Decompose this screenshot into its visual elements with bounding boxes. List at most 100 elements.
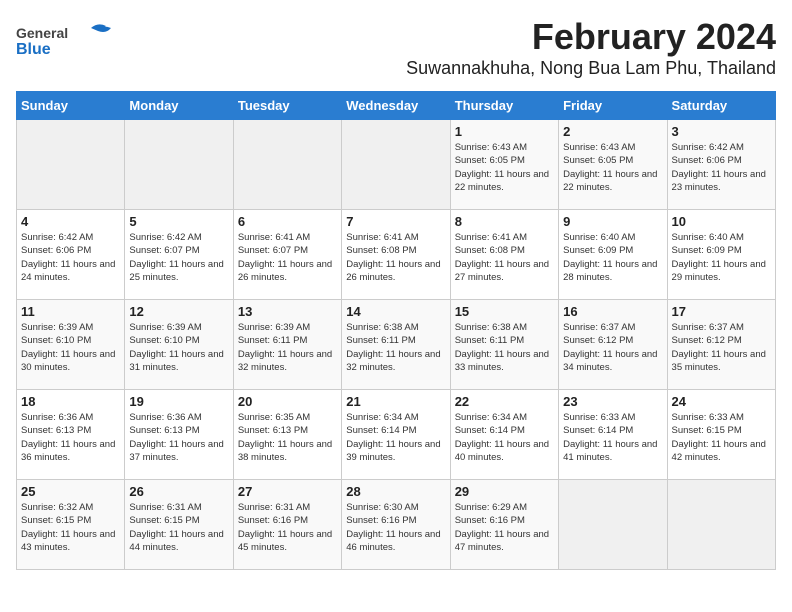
weekday-header: Thursday [450,92,558,120]
calendar-cell: 25Sunrise: 6:32 AM Sunset: 6:15 PM Dayli… [17,480,125,570]
day-detail: Sunrise: 6:39 AM Sunset: 6:10 PM Dayligh… [129,321,228,374]
calendar-cell: 5 Sunrise: 6:42 AM Sunset: 6:07 PM Daylig… [125,210,233,300]
calendar-cell: 17Sunrise: 6:37 AM Sunset: 6:12 PM Dayli… [667,300,775,390]
weekday-header: Saturday [667,92,775,120]
day-detail: Sunrise: 6:40 AM Sunset: 6:09 PM Dayligh… [672,231,771,284]
day-number: 6 [238,214,337,229]
day-detail: Sunrise: 6:40 AM Sunset: 6:09 PM Dayligh… [563,231,662,284]
calendar-cell: 16 Sunrise: 6:37 AM Sunset: 6:12 PM Dayli… [559,300,667,390]
calendar-cell: 6 Sunrise: 6:41 AM Sunset: 6:07 PM Daylig… [233,210,341,300]
day-number: 11 [21,304,120,319]
calendar-cell: 29 Sunrise: 6:29 AM Sunset: 6:16 PM Dayli… [450,480,558,570]
page-header: General Blue February 2024 Suwannakhuha,… [16,16,776,83]
day-detail: Sunrise: 6:31 AM Sunset: 6:16 PM Dayligh… [238,501,337,554]
day-detail: Sunrise: 6:34 AM Sunset: 6:14 PM Dayligh… [346,411,445,464]
day-number: 16 [563,304,662,319]
day-number: 12 [129,304,228,319]
weekday-row: SundayMondayTuesdayWednesdayThursdayFrid… [17,92,776,120]
day-detail: Sunrise: 6:42 AM Sunset: 6:06 PM Dayligh… [672,141,771,194]
day-detail: Sunrise: 6:33 AM Sunset: 6:14 PM Dayligh… [563,411,662,464]
logo: General Blue [16,20,126,69]
day-number: 23 [563,394,662,409]
calendar-cell: 20Sunrise: 6:35 AM Sunset: 6:13 PM Dayli… [233,390,341,480]
day-number: 22 [455,394,554,409]
day-number: 13 [238,304,337,319]
calendar-cell: 22 Sunrise: 6:34 AM Sunset: 6:14 PM Dayli… [450,390,558,480]
day-detail: Sunrise: 6:36 AM Sunset: 6:13 PM Dayligh… [21,411,120,464]
day-number: 19 [129,394,228,409]
day-number: 10 [672,214,771,229]
calendar-cell: 26 Sunrise: 6:31 AM Sunset: 6:15 PM Dayli… [125,480,233,570]
day-number: 5 [129,214,228,229]
day-detail: Sunrise: 6:39 AM Sunset: 6:10 PM Dayligh… [21,321,120,374]
calendar-cell [342,120,450,210]
calendar-cell: 4 Sunrise: 6:42 AM Sunset: 6:06 PM Daylig… [17,210,125,300]
calendar-cell: 2 Sunrise: 6:43 AM Sunset: 6:05 PM Daylig… [559,120,667,210]
day-number: 3 [672,124,771,139]
day-detail: Sunrise: 6:39 AM Sunset: 6:11 PM Dayligh… [238,321,337,374]
day-number: 8 [455,214,554,229]
calendar-cell [17,120,125,210]
day-number: 25 [21,484,120,499]
calendar-cell: 18 Sunrise: 6:36 AM Sunset: 6:13 PM Dayli… [17,390,125,480]
svg-text:General: General [16,25,68,41]
day-detail: Sunrise: 6:30 AM Sunset: 6:16 PM Dayligh… [346,501,445,554]
day-number: 24 [672,394,771,409]
calendar-week-row: 1Sunrise: 6:43 AM Sunset: 6:05 PM Daylig… [17,120,776,210]
weekday-header: Sunday [17,92,125,120]
calendar-week-row: 4 Sunrise: 6:42 AM Sunset: 6:06 PM Daylig… [17,210,776,300]
day-detail: Sunrise: 6:43 AM Sunset: 6:05 PM Dayligh… [563,141,662,194]
calendar-header: February 2024 Suwannakhuha, Nong Bua Lam… [16,16,776,79]
weekday-header: Friday [559,92,667,120]
calendar-cell: 19 Sunrise: 6:36 AM Sunset: 6:13 PM Dayli… [125,390,233,480]
day-number: 29 [455,484,554,499]
calendar-title: February 2024 [16,16,776,58]
day-number: 14 [346,304,445,319]
calendar-cell [233,120,341,210]
day-detail: Sunrise: 6:42 AM Sunset: 6:06 PM Dayligh… [21,231,120,284]
day-number: 18 [21,394,120,409]
weekday-header: Monday [125,92,233,120]
calendar-cell: 9 Sunrise: 6:40 AM Sunset: 6:09 PM Daylig… [559,210,667,300]
calendar-cell: 1Sunrise: 6:43 AM Sunset: 6:05 PM Daylig… [450,120,558,210]
logo-svg: General Blue [16,20,126,64]
day-number: 27 [238,484,337,499]
day-detail: Sunrise: 6:29 AM Sunset: 6:16 PM Dayligh… [455,501,554,554]
calendar-subtitle: Suwannakhuha, Nong Bua Lam Phu, Thailand [16,58,776,79]
calendar-header-row: SundayMondayTuesdayWednesdayThursdayFrid… [17,92,776,120]
calendar-cell: 12 Sunrise: 6:39 AM Sunset: 6:10 PM Dayli… [125,300,233,390]
calendar-cell [125,120,233,210]
calendar-cell: 3 Sunrise: 6:42 AM Sunset: 6:06 PM Daylig… [667,120,775,210]
day-detail: Sunrise: 6:41 AM Sunset: 6:07 PM Dayligh… [238,231,337,284]
calendar-body: 1Sunrise: 6:43 AM Sunset: 6:05 PM Daylig… [17,120,776,570]
day-detail: Sunrise: 6:33 AM Sunset: 6:15 PM Dayligh… [672,411,771,464]
day-number: 9 [563,214,662,229]
calendar-cell: 23 Sunrise: 6:33 AM Sunset: 6:14 PM Dayli… [559,390,667,480]
calendar-cell: 11 Sunrise: 6:39 AM Sunset: 6:10 PM Dayli… [17,300,125,390]
day-detail: Sunrise: 6:38 AM Sunset: 6:11 PM Dayligh… [346,321,445,374]
day-number: 26 [129,484,228,499]
day-detail: Sunrise: 6:37 AM Sunset: 6:12 PM Dayligh… [563,321,662,374]
weekday-header: Tuesday [233,92,341,120]
day-number: 15 [455,304,554,319]
calendar-cell [559,480,667,570]
calendar-week-row: 25Sunrise: 6:32 AM Sunset: 6:15 PM Dayli… [17,480,776,570]
day-number: 28 [346,484,445,499]
day-detail: Sunrise: 6:31 AM Sunset: 6:15 PM Dayligh… [129,501,228,554]
day-detail: Sunrise: 6:42 AM Sunset: 6:07 PM Dayligh… [129,231,228,284]
day-number: 2 [563,124,662,139]
calendar-cell: 28 Sunrise: 6:30 AM Sunset: 6:16 PM Dayli… [342,480,450,570]
calendar-week-row: 11 Sunrise: 6:39 AM Sunset: 6:10 PM Dayli… [17,300,776,390]
calendar-cell: 15 Sunrise: 6:38 AM Sunset: 6:11 PM Dayli… [450,300,558,390]
day-detail: Sunrise: 6:34 AM Sunset: 6:14 PM Dayligh… [455,411,554,464]
calendar-cell: 7Sunrise: 6:41 AM Sunset: 6:08 PM Daylig… [342,210,450,300]
day-detail: Sunrise: 6:41 AM Sunset: 6:08 PM Dayligh… [455,231,554,284]
day-detail: Sunrise: 6:38 AM Sunset: 6:11 PM Dayligh… [455,321,554,374]
day-detail: Sunrise: 6:36 AM Sunset: 6:13 PM Dayligh… [129,411,228,464]
day-detail: Sunrise: 6:41 AM Sunset: 6:08 PM Dayligh… [346,231,445,284]
day-number: 4 [21,214,120,229]
calendar-table: SundayMondayTuesdayWednesdayThursdayFrid… [16,91,776,570]
svg-text:Blue: Blue [16,41,51,58]
calendar-cell: 24 Sunrise: 6:33 AM Sunset: 6:15 PM Dayli… [667,390,775,480]
calendar-cell [667,480,775,570]
